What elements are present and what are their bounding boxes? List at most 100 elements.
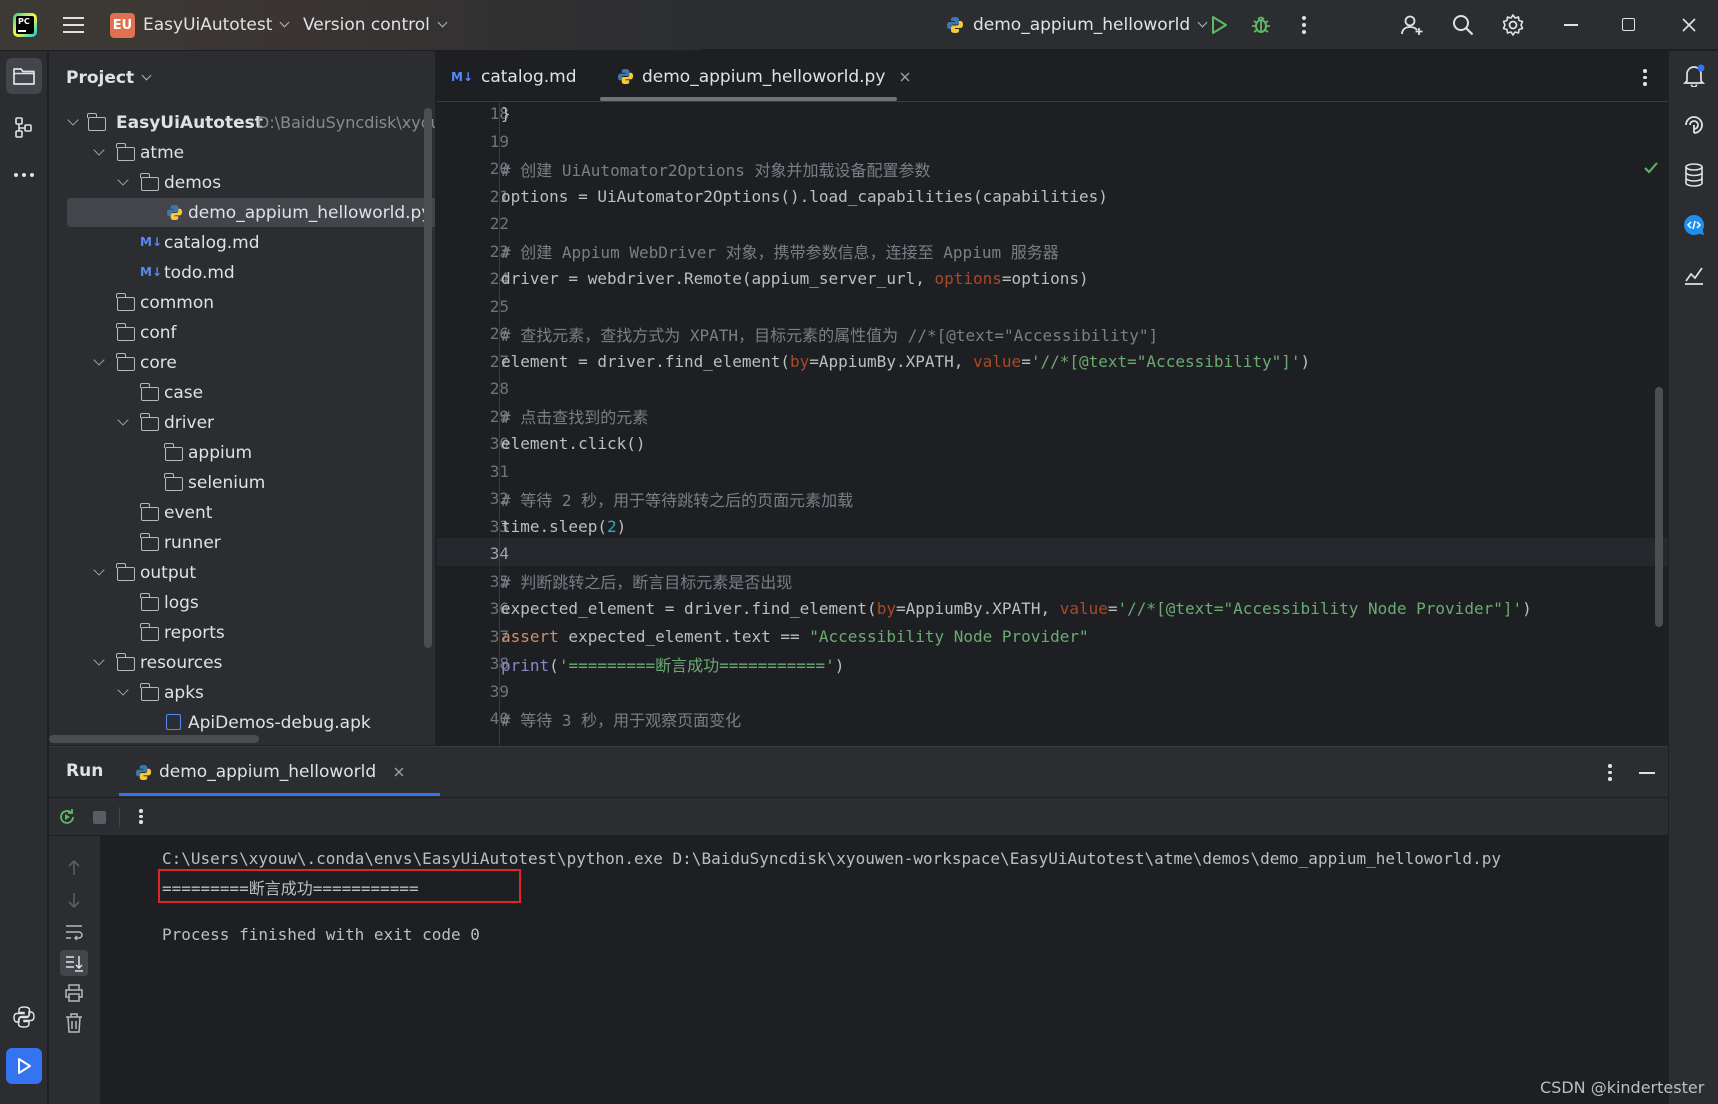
rerun-icon[interactable] bbox=[57, 807, 77, 827]
close-icon[interactable] bbox=[1681, 17, 1697, 33]
code-line: 29 # 点击查找到的元素 bbox=[489, 406, 649, 428]
apk-file-icon bbox=[166, 714, 181, 730]
tree-node-resources[interactable]: resources bbox=[49, 648, 421, 677]
run-toolbar-more-icon[interactable] bbox=[138, 808, 144, 826]
main-menu-icon[interactable] bbox=[63, 15, 84, 33]
folder-icon bbox=[116, 293, 135, 311]
version-control-menu[interactable]: Version control bbox=[303, 12, 448, 38]
run-panel-title: Run bbox=[66, 761, 104, 781]
root-path: D:\BaiduSyncdisk\xyouwen-workspace\EasyU… bbox=[257, 113, 435, 132]
tab-catalog-md[interactable]: M↓ catalog.md bbox=[451, 51, 577, 102]
markdown-file-icon: M↓ bbox=[451, 69, 473, 84]
code-line: 34 bbox=[489, 544, 509, 564]
project-vertical-scrollbar[interactable] bbox=[424, 108, 432, 648]
tree-node-reports[interactable]: reports bbox=[49, 618, 421, 647]
gear-icon[interactable] bbox=[1501, 13, 1525, 37]
tab-run-demo-appium-helloworld[interactable]: demo_appium_helloworld bbox=[135, 759, 405, 785]
highlight-box bbox=[158, 869, 521, 903]
tree-node-driver[interactable]: driver bbox=[49, 408, 421, 437]
chevron-down-icon bbox=[93, 564, 105, 576]
tree-node-case[interactable]: case bbox=[49, 378, 421, 407]
tree-node-core[interactable]: core bbox=[49, 348, 421, 377]
folder-icon bbox=[87, 113, 106, 131]
root-name: EasyUiAutotest bbox=[116, 112, 263, 133]
print-icon[interactable] bbox=[64, 984, 84, 1002]
run-options-icon[interactable] bbox=[1607, 763, 1613, 781]
run-icon[interactable] bbox=[1209, 14, 1229, 36]
code-area[interactable]: 18} 19 20 # 创建 UiAutomator2Options 对象并加载设… bbox=[437, 102, 1668, 745]
project-horizontal-scrollbar[interactable] bbox=[49, 735, 259, 743]
tree-node-todo-md[interactable]: M↓ todo.md bbox=[49, 258, 421, 287]
scroll-to-end-button[interactable] bbox=[60, 950, 88, 976]
more-tools-button[interactable] bbox=[6, 157, 42, 193]
tree-node-demo-file[interactable]: demo_appium_helloworld.py bbox=[67, 198, 435, 227]
chart-line-icon bbox=[1685, 267, 1703, 285]
close-icon[interactable] bbox=[393, 766, 405, 778]
folder-icon bbox=[140, 683, 159, 701]
code-with-me-icon[interactable] bbox=[1400, 13, 1424, 37]
run-tool-button[interactable] bbox=[6, 1048, 42, 1084]
structure-icon bbox=[15, 117, 32, 138]
profiler-button[interactable] bbox=[1676, 257, 1712, 293]
code-line: 30 element.click() bbox=[489, 434, 646, 454]
tree-node-conf[interactable]: conf bbox=[49, 318, 421, 347]
tree-label: output bbox=[140, 562, 197, 583]
structure-tool-button[interactable] bbox=[6, 109, 42, 145]
debug-icon[interactable] bbox=[1250, 13, 1272, 35]
hide-panel-button[interactable] bbox=[1639, 772, 1655, 774]
search-icon[interactable] bbox=[1451, 13, 1475, 37]
database-button[interactable] bbox=[1676, 157, 1712, 193]
tree-node-root[interactable]: EasyUiAutotest D:\BaiduSyncdisk\xyouwen-… bbox=[49, 108, 435, 137]
tree-label: ApiDemos-debug.apk bbox=[188, 712, 371, 733]
arrow-down-icon[interactable] bbox=[67, 891, 81, 909]
tree-node-runner[interactable]: runner bbox=[49, 528, 421, 557]
code-line: 23 # 创建 Appium WebDriver 对象，携带参数信息，连接至 Ap… bbox=[489, 241, 1059, 263]
code-review-button[interactable] bbox=[1676, 207, 1712, 243]
arrow-up-icon[interactable] bbox=[67, 859, 81, 877]
tree-node-logs[interactable]: logs bbox=[49, 588, 421, 617]
more-actions-icon[interactable] bbox=[1301, 15, 1307, 35]
tree-node-apk[interactable]: ApiDemos-debug.apk bbox=[49, 708, 421, 737]
run-config-selector[interactable]: demo_appium_helloworld bbox=[946, 12, 1208, 38]
console-output[interactable]: C:\Users\xyouw\.conda\envs\EasyUiAutotes… bbox=[100, 836, 1668, 1104]
tree-node-event[interactable]: event bbox=[49, 498, 421, 527]
editor: M↓ catalog.md demo_appium_helloworld.py … bbox=[437, 51, 1668, 745]
soft-wrap-icon[interactable] bbox=[64, 923, 84, 941]
tree-node-atme[interactable]: atme bbox=[49, 138, 421, 167]
tree-node-catalog-md[interactable]: M↓ catalog.md bbox=[49, 228, 421, 257]
minimize-button[interactable] bbox=[1564, 24, 1578, 26]
tree-label: logs bbox=[164, 592, 199, 613]
code-line: 25 bbox=[489, 296, 509, 316]
tree-label: core bbox=[140, 352, 177, 373]
tab-demo-appium-helloworld[interactable]: demo_appium_helloworld.py bbox=[617, 51, 911, 102]
project-view-selector[interactable]: Project bbox=[66, 65, 152, 91]
tree-node-output[interactable]: output bbox=[49, 558, 421, 587]
run-icon bbox=[18, 1058, 31, 1074]
tree-node-demos[interactable]: demos bbox=[49, 168, 421, 197]
folder-icon bbox=[140, 173, 159, 191]
python-file-icon bbox=[166, 204, 183, 221]
notifications-button[interactable] bbox=[1676, 57, 1712, 93]
maximize-button[interactable] bbox=[1622, 18, 1635, 31]
tree-node-selenium[interactable]: selenium bbox=[49, 468, 421, 497]
tree-node-apks[interactable]: apks bbox=[49, 678, 421, 707]
chevron-down-icon bbox=[1197, 17, 1208, 28]
close-icon[interactable] bbox=[899, 71, 911, 83]
project-selector[interactable]: EU EasyUiAutotest bbox=[110, 12, 290, 38]
vcs-label: Version control bbox=[303, 15, 430, 35]
chevron-down-icon bbox=[117, 174, 129, 186]
python-console-icon bbox=[13, 1006, 35, 1028]
tree-node-appium[interactable]: appium bbox=[49, 438, 421, 467]
trash-icon[interactable] bbox=[65, 1013, 83, 1033]
toolbar-divider bbox=[119, 807, 120, 827]
tree-node-common[interactable]: common bbox=[49, 288, 421, 317]
console-line: C:\Users\xyouw\.conda\envs\EasyUiAutotes… bbox=[162, 849, 1501, 868]
stop-button[interactable] bbox=[93, 811, 106, 824]
ai-assistant-button[interactable] bbox=[1676, 107, 1712, 143]
python-packages-button[interactable] bbox=[6, 999, 42, 1035]
project-tool-button[interactable] bbox=[6, 58, 42, 94]
editor-tabs: M↓ catalog.md demo_appium_helloworld.py bbox=[437, 51, 1668, 102]
tab-options-icon[interactable] bbox=[1642, 68, 1648, 86]
more-horizontal-icon bbox=[14, 173, 34, 177]
code-line: 27 element = driver.find_element(by=Appiu… bbox=[489, 351, 1311, 371]
